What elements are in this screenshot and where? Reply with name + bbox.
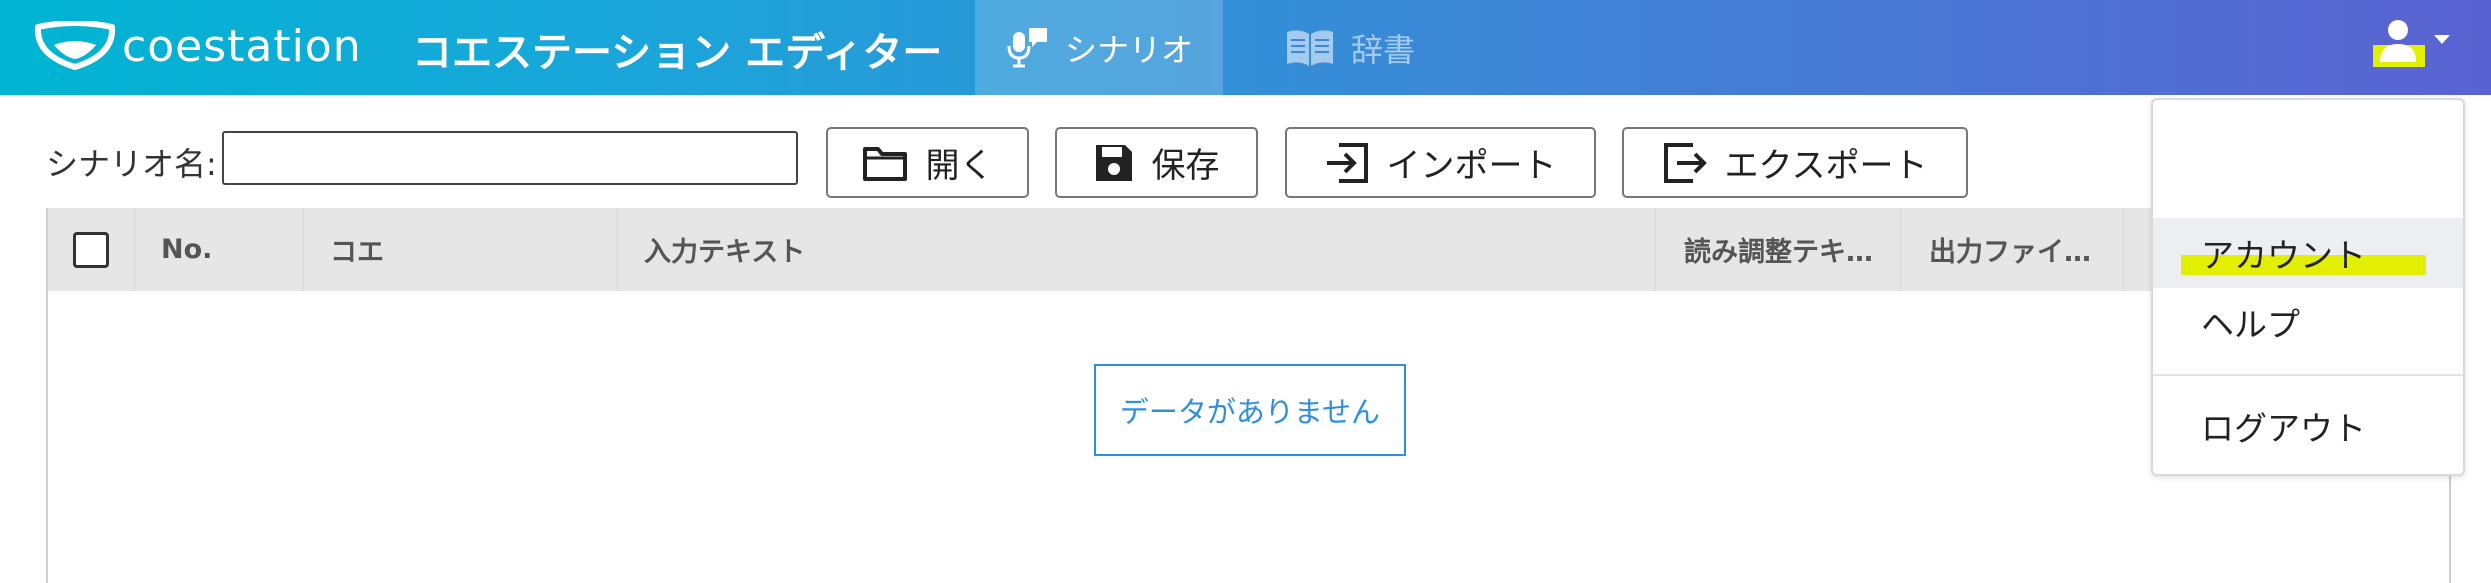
export-button-label: エクスポート: [1724, 146, 1928, 186]
logo-text: coestation: [122, 20, 362, 72]
export-button[interactable]: エクスポート: [1622, 127, 1968, 198]
column-header-reading-text[interactable]: 読み調整テキ…: [1656, 208, 1901, 291]
save-button[interactable]: 保存: [1055, 127, 1258, 198]
open-button-label: 開く: [925, 146, 994, 186]
book-icon: [1285, 28, 1335, 68]
logo[interactable]: coestation: [34, 16, 362, 76]
tab-dictionary-label: 辞書: [1351, 30, 1416, 69]
menu-item-account-label: アカウント: [2201, 236, 2366, 275]
tab-scenario-label: シナリオ: [1064, 30, 1193, 69]
scenario-table: No. コエ 入力テキスト 読み調整テキ… 出力ファイ… 備考 データがありませ…: [46, 208, 2451, 583]
mic-chat-icon: [1005, 26, 1049, 70]
export-icon: [1663, 142, 1707, 183]
menu-item-account[interactable]: アカウント: [2153, 218, 2463, 288]
user-icon: [2380, 20, 2416, 62]
chevron-down-icon: [2434, 35, 2450, 44]
import-icon: [1326, 142, 1368, 183]
column-header-input-text[interactable]: 入力テキスト: [618, 208, 1656, 291]
column-header-voice[interactable]: コエ: [304, 208, 618, 291]
select-all-checkbox[interactable]: [73, 231, 109, 268]
import-button[interactable]: インポート: [1285, 127, 1596, 198]
coestation-logo-icon: [34, 21, 116, 70]
app-header: coestation コエステーション エディター シナリオ 辞書: [0, 0, 2491, 95]
floppy-disk-icon: [1095, 144, 1132, 181]
tab-scenario[interactable]: シナリオ: [975, 0, 1223, 95]
column-header-no[interactable]: No.: [135, 208, 304, 291]
menu-item-logout-label: ログアウト: [2201, 409, 2366, 448]
table-header: No. コエ 入力テキスト 読み調整テキ… 出力ファイ… 備考: [48, 208, 2449, 291]
scenario-name-input[interactable]: [222, 131, 798, 185]
empty-table-message: データがありません: [1094, 364, 1406, 456]
user-dropdown-menu: アカウント ヘルプ ログアウト: [2151, 98, 2465, 476]
folder-icon: [862, 146, 907, 181]
tab-dictionary[interactable]: 辞書: [1285, 0, 1465, 95]
app-title: コエステーション エディター: [412, 30, 943, 76]
menu-item-logout[interactable]: ログアウト: [2153, 391, 2463, 461]
column-header-output-file[interactable]: 出力ファイ…: [1901, 208, 2124, 291]
menu-divider: [2153, 374, 2463, 376]
open-button[interactable]: 開く: [826, 127, 1029, 198]
save-button-label: 保存: [1151, 146, 1220, 186]
menu-item-help-label: ヘルプ: [2201, 305, 2300, 344]
menu-item-help[interactable]: ヘルプ: [2153, 287, 2463, 357]
scenario-name-label: シナリオ名:: [46, 145, 217, 183]
import-button-label: インポート: [1386, 146, 1557, 186]
select-all-cell: [48, 208, 135, 291]
